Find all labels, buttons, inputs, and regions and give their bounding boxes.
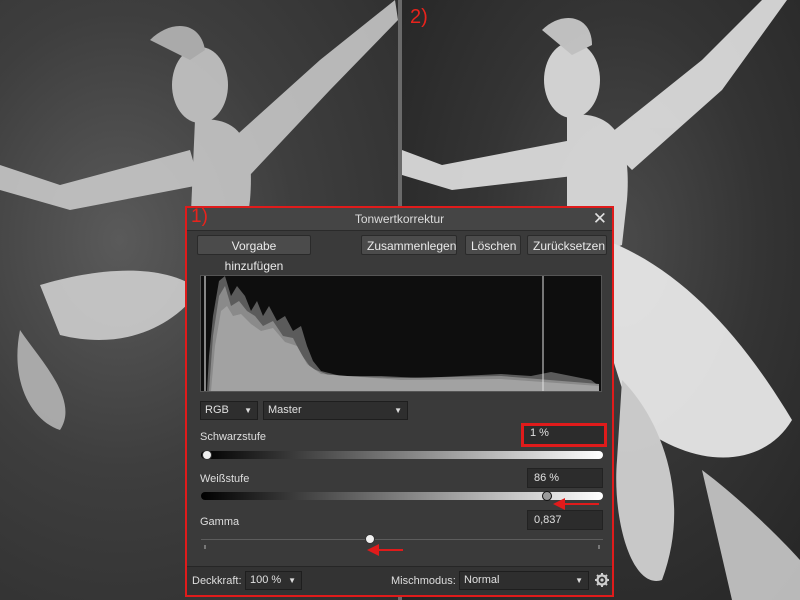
white-level-field[interactable]: 86 %: [527, 468, 603, 488]
close-icon[interactable]: ✕: [593, 209, 607, 229]
merge-button[interactable]: Zusammenlegen: [361, 235, 457, 255]
gamma-slider[interactable]: [201, 539, 603, 540]
channel-select[interactable]: Master ▼: [263, 401, 408, 420]
chevron-down-icon: ▼: [394, 406, 402, 415]
gear-icon[interactable]: [595, 573, 609, 587]
gamma-tick-min: [204, 545, 206, 549]
chevron-down-icon: ▼: [575, 576, 583, 585]
gamma-label: Gamma: [200, 516, 240, 528]
add-preset-button[interactable]: Vorgabe hinzufügen: [197, 235, 311, 273]
black-level-label: Schwarzstufe: [200, 431, 267, 443]
blend-mode-select[interactable]: Normal ▼: [459, 571, 589, 590]
dialog-footer: Deckkraft: 100 % ▼ Mischmodus: Normal ▼: [187, 566, 612, 595]
blend-mode-label: Mischmodus:: [391, 575, 456, 587]
color-model-value: RGB: [205, 404, 229, 416]
delete-button[interactable]: Löschen: [465, 235, 521, 255]
dialog-title: Tonwertkorrektur: [354, 212, 445, 226]
black-level-slider[interactable]: [201, 451, 603, 459]
gamma-field[interactable]: 0,837: [527, 510, 603, 530]
chevron-down-icon: ▼: [288, 576, 296, 585]
levels-dialog: 1) Tonwertkorrektur ✕ Vorgabe hinzufügen…: [185, 206, 614, 597]
arrow-left-icon: [367, 544, 403, 556]
white-level-label: Weißstufe: [200, 473, 250, 485]
opacity-value: 100 %: [250, 574, 282, 586]
pane-number-label: 2): [410, 6, 428, 28]
reset-button[interactable]: Zurücksetzen: [527, 235, 607, 255]
channel-value: Master: [268, 404, 302, 416]
dialog-titlebar[interactable]: 1) Tonwertkorrektur ✕: [187, 206, 612, 231]
black-level-field[interactable]: 1 %: [521, 423, 607, 447]
gamma-tick-max: [598, 545, 600, 549]
histogram: [200, 275, 602, 392]
chevron-down-icon: ▼: [244, 406, 252, 415]
black-level-handle[interactable]: [202, 450, 213, 460]
histogram-graph: [204, 276, 599, 391]
opacity-select[interactable]: 100 % ▼: [245, 571, 302, 590]
color-model-select[interactable]: RGB ▼: [200, 401, 258, 420]
opacity-label: Deckkraft:: [192, 575, 242, 587]
blend-mode-value: Normal: [464, 574, 500, 586]
